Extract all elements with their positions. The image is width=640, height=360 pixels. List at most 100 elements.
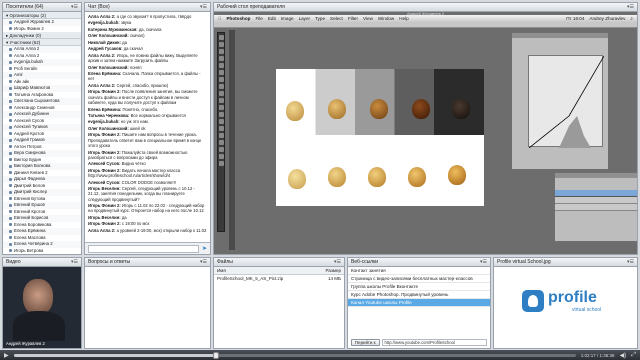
chat-message: evgenija.bukah: но уж это нам. xyxy=(88,119,207,124)
participants-title: Посетители xyxy=(6,4,34,10)
weblink-item[interactable]: Канал Youtube школы Profile xyxy=(348,299,490,307)
eraser-tool-icon[interactable] xyxy=(219,105,224,110)
menu-item[interactable]: Window xyxy=(378,16,394,21)
send-icon[interactable]: ➤ xyxy=(202,245,207,252)
pod-menu-icon[interactable]: ▾☰ xyxy=(334,259,341,265)
pod-menu-icon[interactable]: ▾☰ xyxy=(200,259,207,265)
curves-graph[interactable] xyxy=(528,55,605,149)
eyedropper-tool-icon[interactable] xyxy=(219,70,224,75)
chat-author: Игорь Веселин: xyxy=(88,186,121,192)
chat-author: Олег Колошинский: xyxy=(88,33,129,39)
video-name-label: Андрей Журавлев 2 xyxy=(6,341,45,346)
chat-message: Игорь Фомин 2: Пожалуйста своей возможно… xyxy=(88,150,207,161)
chat-message: Игорь Фомин 2: Игорь с 11.02 по 22.02 - … xyxy=(88,203,207,214)
files-title: Файлы xyxy=(217,259,233,265)
video-header: Видео ▾☰ xyxy=(3,258,81,267)
chat-message: Елена Ерёмина: Скачала. Папка открываетс… xyxy=(88,71,207,82)
hand-tool-icon[interactable] xyxy=(219,154,224,159)
presenters-group[interactable]: ▸ Докладчики (0) xyxy=(3,32,81,39)
pod-menu-icon[interactable]: ▾☰ xyxy=(627,4,634,10)
menu-item[interactable]: Image xyxy=(281,16,294,21)
chat-message: Алла Алла 2: а где со звуком? я пропусти… xyxy=(88,14,207,19)
menu-item[interactable]: Filter xyxy=(348,16,358,21)
volume-icon[interactable]: ◀) xyxy=(620,352,627,359)
menu-item[interactable]: File xyxy=(255,16,262,21)
menu-item[interactable]: Edit xyxy=(268,16,276,21)
curves-panel xyxy=(511,32,609,170)
chat-message: Алексей Сусов: Видна чётко xyxy=(88,161,207,166)
attendee-row[interactable]: Игорь Красилиников xyxy=(3,254,81,255)
goto-button[interactable]: Перейти к xyxy=(351,339,380,346)
apple-icon[interactable]:  xyxy=(218,16,221,21)
weblink-item[interactable]: Контакт занятия xyxy=(348,267,490,275)
chat-text: шкей ok xyxy=(128,125,146,131)
chat-author: Игорь Фомин 2: xyxy=(88,167,121,173)
menu-item[interactable]: Select xyxy=(330,16,343,21)
chat-message: Елена Ерёмина: Понятно, спасибо. xyxy=(88,107,207,112)
weblinks-footer: Перейти к http://www.youtube.com/Profile… xyxy=(351,339,487,346)
brush-tool-icon[interactable] xyxy=(219,84,224,89)
weblink-item[interactable]: Курс Adobe Photoshop. Продвинутый уровен… xyxy=(348,291,490,299)
pen-tool-icon[interactable] xyxy=(219,126,224,131)
menu-item[interactable]: Help xyxy=(399,16,408,21)
user-icon xyxy=(9,249,12,253)
user-icon xyxy=(9,171,12,175)
hosts-group[interactable]: ▾ Организаторы (2) xyxy=(3,12,81,19)
zoom-tool-icon[interactable] xyxy=(219,161,224,166)
search-icon[interactable]: ⌕ xyxy=(630,16,633,21)
fullscreen-icon[interactable]: ⤢ xyxy=(631,352,636,359)
play-icon[interactable]: ▶ xyxy=(4,352,9,359)
menubar-user[interactable]: Andrey Zhuravlev xyxy=(589,16,625,21)
move-tool-icon[interactable] xyxy=(219,35,224,40)
chat-tab[interactable]: (Все) xyxy=(98,4,110,10)
dodge-tool-icon[interactable] xyxy=(219,119,224,124)
col-size[interactable]: Размер xyxy=(326,268,341,273)
pod-menu-icon[interactable]: ▾☰ xyxy=(71,259,78,265)
shape-tool-icon[interactable] xyxy=(219,147,224,152)
col-name[interactable]: Имя xyxy=(217,268,226,273)
seek-handle[interactable] xyxy=(213,351,219,359)
weblink-item[interactable]: Группа школы Profile Вконтакте xyxy=(348,283,490,291)
curve-line[interactable] xyxy=(528,55,605,149)
attendees-group[interactable]: ▾ Участники (62) xyxy=(3,39,81,46)
menu-item[interactable]: Layer xyxy=(299,16,311,21)
chat-message: Игорь Фомин 2: Пишите нам вопросы в тече… xyxy=(88,132,207,148)
chat-log: Алла Алла 2: а где со звуком? я пропусти… xyxy=(85,12,210,236)
path-tool-icon[interactable] xyxy=(219,140,224,145)
healing-tool-icon[interactable] xyxy=(219,77,224,82)
pod-menu-icon[interactable]: ▾☰ xyxy=(480,259,487,265)
chat-message: Алла Алла 2: Игорь, не помню файлы вижу.… xyxy=(88,53,207,64)
weblink-item[interactable]: Страница с видео-записями бесплатных мас… xyxy=(348,275,490,283)
crop-tool-icon[interactable] xyxy=(219,63,224,68)
layer-row[interactable] xyxy=(555,197,637,204)
chat-message: Игорь Фомин 2: Видать начала мастер клас… xyxy=(88,168,207,179)
pod-menu-icon[interactable]: ▾☰ xyxy=(200,4,207,10)
chat-author: Елена Ерёмина: xyxy=(88,71,122,77)
user-icon xyxy=(9,145,12,149)
seek-track[interactable] xyxy=(13,351,576,359)
questions-header: Вопросы и ответы ▾☰ xyxy=(85,258,210,267)
lasso-tool-icon[interactable] xyxy=(219,49,224,54)
type-tool-icon[interactable] xyxy=(219,133,224,138)
chat-text: но уж это нам. xyxy=(119,119,149,125)
chat-author: Олег Колошинский: xyxy=(88,64,129,70)
pod-menu-icon[interactable]: ▾☰ xyxy=(71,4,78,10)
history-brush-icon[interactable] xyxy=(219,98,224,103)
menu-item[interactable]: Type xyxy=(315,16,325,21)
gradient-tool-icon[interactable] xyxy=(219,112,224,117)
user-icon xyxy=(9,210,12,214)
layer-row-selected[interactable] xyxy=(555,190,637,197)
video-title: Видео xyxy=(6,259,21,265)
app-name[interactable]: Photoshop xyxy=(226,16,250,21)
stamp-tool-icon[interactable] xyxy=(219,91,224,96)
file-row[interactable]: ProfileSchool_MK_5_AS_Pict.zip 14 МБ xyxy=(214,275,344,282)
wand-tool-icon[interactable] xyxy=(219,56,224,61)
marquee-tool-icon[interactable] xyxy=(219,42,224,47)
chat-message-input[interactable] xyxy=(88,244,199,253)
pod-menu-icon[interactable]: ▾☰ xyxy=(627,259,634,265)
video-pod: Видео ▾☰ Андрей Журавлев 2 xyxy=(2,257,82,349)
user-icon xyxy=(9,80,12,84)
chat-text: да xyxy=(120,214,127,220)
menu-item[interactable]: View xyxy=(363,16,373,21)
layer-row[interactable] xyxy=(555,204,637,211)
